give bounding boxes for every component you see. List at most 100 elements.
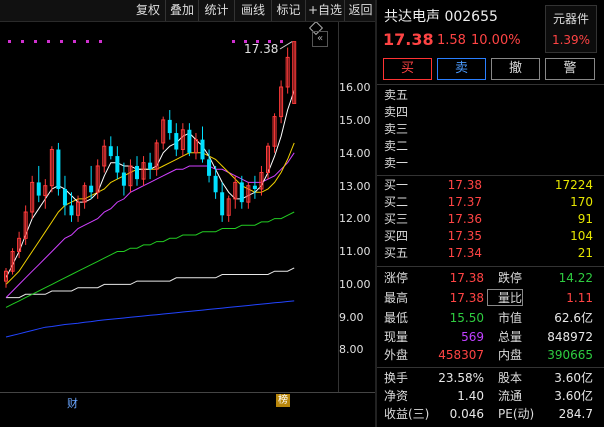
eps-value: 0.046 <box>449 407 484 421</box>
quote-row: 收益(三) 0.046 PE(动) 284.7 <box>377 406 604 423</box>
price-tick-label: 10.00 <box>339 278 371 291</box>
dragon-tiger-list-badge[interactable]: 榜 <box>276 394 290 407</box>
price-change: 1.58 <box>437 33 466 48</box>
quote-row: 现量 569 总量 848972 <box>377 329 604 346</box>
statistics-button[interactable]: 统计 <box>198 0 234 21</box>
cancel-order-button[interactable]: 撤 <box>491 58 540 80</box>
separator <box>377 367 604 368</box>
limit-up-value: 17.38 <box>449 271 484 285</box>
price-tick-label: 14.00 <box>339 147 371 160</box>
quote-row: 换手 23.58% 股本 3.60亿 <box>377 370 604 387</box>
price-tick-label: 15.00 <box>339 114 371 127</box>
total-volume-value: 848972 <box>547 330 593 344</box>
quote-row: 外盘 458307 内盘 390665 <box>377 347 604 364</box>
volume-ratio-label: 量比 <box>498 291 523 305</box>
buy-level-label: 买二 <box>384 195 409 209</box>
float-shares-label: 流通 <box>498 389 523 403</box>
buy-level-volume: 17224 <box>554 178 593 192</box>
high-price-marker: 17.38 <box>244 42 279 56</box>
limit-down-label: 跌停 <box>498 271 523 285</box>
sell-level-row[interactable]: 卖三 <box>377 121 604 138</box>
limit-up-label: 涨停 <box>384 271 409 285</box>
buy-level-price: 17.34 <box>447 246 482 260</box>
low-label: 最低 <box>384 311 409 325</box>
sell-button[interactable]: 卖 <box>437 58 486 80</box>
price-alert-button[interactable]: 警 <box>545 58 595 80</box>
sector-name: 元器件 <box>552 12 589 26</box>
quote-panel: 共达电声 002655 元器件 1.39% 17.38 1.58 10.00% … <box>377 0 604 427</box>
restore-rights-button[interactable]: 复权 <box>132 0 164 21</box>
inner-volume-label: 内盘 <box>498 348 523 362</box>
sell-level-label: 卖四 <box>384 105 409 119</box>
kline-chart-area[interactable]: 16.00 15.00 14.00 13.00 12.00 11.00 10.0… <box>0 0 375 427</box>
time-axis <box>0 392 375 393</box>
buy-level-row[interactable]: 买二 17.37 170 <box>377 194 604 211</box>
separator <box>377 266 604 267</box>
buy-level-row[interactable]: 买五 17.34 21 <box>377 245 604 262</box>
buy-level-label: 买三 <box>384 212 409 226</box>
limit-down-value: 14.22 <box>558 271 593 285</box>
sell-level-label: 卖三 <box>384 122 409 136</box>
buy-level-volume: 21 <box>577 246 593 260</box>
back-button[interactable]: 返回 <box>344 0 375 21</box>
price-tick-label: 8.00 <box>339 343 364 356</box>
buy-level-row[interactable]: 买一 17.38 17224 <box>377 177 604 194</box>
sell-level-row[interactable]: 卖二 <box>377 138 604 155</box>
chart-toolbar: 复权 叠加 统计 画线 标记 +自选 返回 <box>0 0 375 22</box>
price-tick-label: 11.00 <box>339 245 371 258</box>
overlay-button[interactable]: 叠加 <box>165 0 198 21</box>
sector-change: 1.39% <box>551 33 591 47</box>
market-cap-label: 市值 <box>498 311 523 325</box>
draw-line-button[interactable]: 画线 <box>234 0 271 21</box>
quote-row: 最高 17.38 量比 1.11 <box>377 289 604 307</box>
price-axis-border <box>0 0 339 392</box>
high-label: 最高 <box>384 291 409 305</box>
buy-level-price: 17.37 <box>447 195 482 209</box>
sell-level-label: 卖二 <box>384 139 409 153</box>
turnover-label: 换手 <box>384 371 409 385</box>
net-assets-label: 净资 <box>384 389 409 403</box>
high-value: 17.38 <box>417 289 523 307</box>
sell-level-row[interactable]: 卖四 <box>377 104 604 121</box>
outer-volume-value: 458307 <box>438 348 484 362</box>
buy-button[interactable]: 买 <box>383 58 432 80</box>
buy-level-volume: 170 <box>570 195 593 209</box>
price-tick-label: 16.00 <box>339 81 371 94</box>
stock-title: 共达电声 002655 <box>384 9 498 25</box>
separator <box>377 84 604 85</box>
sell-level-label: 卖五 <box>384 88 409 102</box>
buy-level-label: 买四 <box>384 229 409 243</box>
sector-badge[interactable]: 元器件 1.39% <box>545 5 597 53</box>
buy-level-row[interactable]: 买三 17.36 91 <box>377 211 604 228</box>
buy-level-row[interactable]: 买四 17.35 104 <box>377 228 604 245</box>
turnover-value: 23.58% <box>438 371 484 385</box>
outer-volume-label: 外盘 <box>384 348 409 362</box>
net-assets-value: 1.40 <box>457 389 484 403</box>
quote-row: 最低 15.50 市值 62.6亿 <box>377 310 604 327</box>
buy-level-price: 17.36 <box>447 212 482 226</box>
buy-level-label: 买一 <box>384 178 409 192</box>
separator <box>377 175 604 176</box>
add-watchlist-button[interactable]: +自选 <box>305 0 344 21</box>
current-price: 17.38 <box>383 30 434 49</box>
total-volume-label: 总量 <box>498 330 523 344</box>
mark-button[interactable]: 标记 <box>271 0 305 21</box>
sell-level-row[interactable]: 卖五 <box>377 87 604 104</box>
buy-level-label: 买五 <box>384 246 409 260</box>
buy-level-volume: 91 <box>577 212 593 226</box>
volume-ratio-value: 1.11 <box>566 291 593 305</box>
price-change-percent: 10.00% <box>471 33 521 48</box>
high-value-text: 17.38 <box>449 291 484 305</box>
current-volume-value: 569 <box>461 330 484 344</box>
current-volume-label: 现量 <box>384 330 409 344</box>
buy-level-price: 17.35 <box>447 229 482 243</box>
price-tick-label: 13.00 <box>339 180 371 193</box>
float-shares-value: 3.60亿 <box>554 389 593 403</box>
price-tick-label: 9.00 <box>339 311 364 324</box>
collapse-icon[interactable]: « <box>312 31 328 47</box>
share-capital-label: 股本 <box>498 371 523 385</box>
price-tick-label: 12.00 <box>339 212 371 225</box>
financial-report-badge[interactable]: 财 <box>67 395 78 411</box>
sell-level-row[interactable]: 卖一 <box>377 155 604 172</box>
low-value: 15.50 <box>449 311 484 325</box>
